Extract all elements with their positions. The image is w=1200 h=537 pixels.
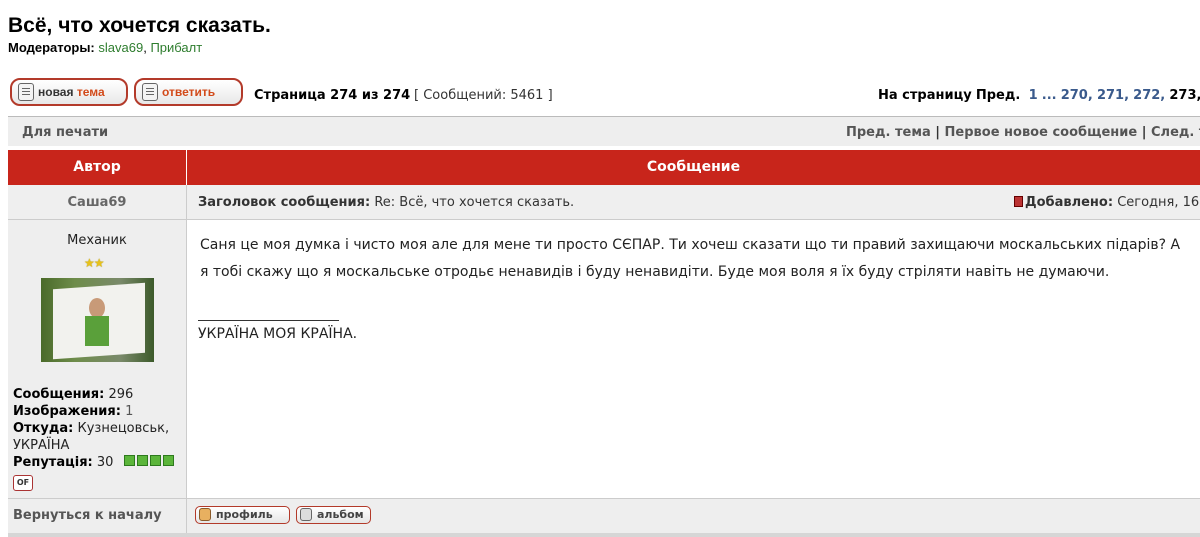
print-link[interactable]: Для печати [22,125,108,140]
topic-nav-links: Пред. тема | Первое новое сообщение | Сл… [846,125,1200,140]
document-icon [142,83,158,101]
page-link[interactable]: 273, [1169,88,1200,103]
prev-topic-link[interactable]: Пред. тема [846,125,931,140]
footer-divider [8,533,1200,537]
messages-count: 296 [108,387,134,402]
posts-table-header: Автор Сообщение [8,150,1200,185]
subject-text: Re: Всё, что хочется сказать. [374,195,575,210]
page-ellipsis: ... [1041,88,1057,103]
pager-label: На страницу [878,88,972,103]
moderators-label: Модераторы: [8,40,95,55]
post-body-row: Механик ★★ Сообщения: 296 Изображения: 1… [8,220,1200,499]
column-author: Автор [8,150,187,185]
added-value: Сегодня, 16:2 [1117,195,1200,210]
reply-button[interactable]: ответить [134,78,243,106]
post-signature: УКРАЇНА МОЯ КРАЇНА. [198,326,358,342]
page-link[interactable]: 272, [1133,88,1165,103]
user-location: Кузнецовськ, [77,421,170,436]
column-message: Сообщение [646,159,741,175]
signature-divider [198,320,339,321]
post-header-row: Саша69 Заголовок сообщения: Re: Всё, что… [8,185,1200,220]
user-icon [199,508,211,521]
subject-label: Заголовок сообщения: [198,195,371,210]
reputation-icon [123,455,135,466]
reputation-icon [162,455,174,466]
user-rank: Механик [67,233,127,248]
post-footer-row: Вернуться к началу профиль альбом [8,499,1200,533]
pager-prev-link[interactable]: Пред. [976,88,1020,103]
message-count: [ Сообщений: 5461 ] [414,88,553,103]
page-info: Страница 274 из 274 [254,88,411,103]
topic-title: Всё, что хочется сказать. [8,14,271,37]
first-new-link[interactable]: Первое новое сообщение [945,125,1138,140]
next-topic-link[interactable]: След. те [1151,125,1200,140]
added-label: Добавлено: [1025,195,1114,210]
topic-nav-bar: Для печати Пред. тема | Первое новое соо… [8,116,1200,146]
images-count[interactable]: 1 [125,404,133,419]
reputation-icon [149,455,161,466]
moderators-line: Модераторы: slava69, Прибалт [8,40,203,55]
rank-stars-icon: ★★ [84,256,104,270]
post-author[interactable]: Саша69 [8,185,187,220]
moderator-link[interactable]: Прибалт [150,40,202,55]
pagination: На страницу Пред. 1 ... 270, 271, 272, 2… [878,88,1200,103]
document-icon [18,83,34,101]
user-location-country: УКРАЇНА [13,438,70,453]
reputation-icon [136,455,148,466]
page-link[interactable]: 271, [1097,88,1129,103]
user-stats: Сообщения: 296 Изображения: 1 Откуда: Ку… [13,386,174,471]
offline-status-badge: OF [13,475,33,491]
post-date: Добавлено: Сегодня, 16:2 [1014,195,1200,210]
moderator-link[interactable]: slava69 [98,40,143,55]
profile-button[interactable]: профиль [195,506,290,524]
page-link[interactable]: 270, [1061,88,1093,103]
author-profile-panel: Механик ★★ Сообщения: 296 Изображения: 1… [8,220,187,498]
avatar [41,278,154,362]
reputation-value: 30 [96,455,114,470]
album-icon [300,508,312,521]
new-topic-button[interactable]: новая тема [10,78,128,106]
album-button[interactable]: альбом [296,506,371,524]
post-link-icon[interactable] [1014,196,1023,207]
page-link[interactable]: 1 [1029,88,1038,103]
post-subject: Заголовок сообщения: Re: Всё, что хочетс… [198,195,574,210]
post-text: Саня це моя думка і чисто моя але для ме… [200,237,1181,280]
back-to-top-link[interactable]: Вернуться к началу [13,508,162,523]
